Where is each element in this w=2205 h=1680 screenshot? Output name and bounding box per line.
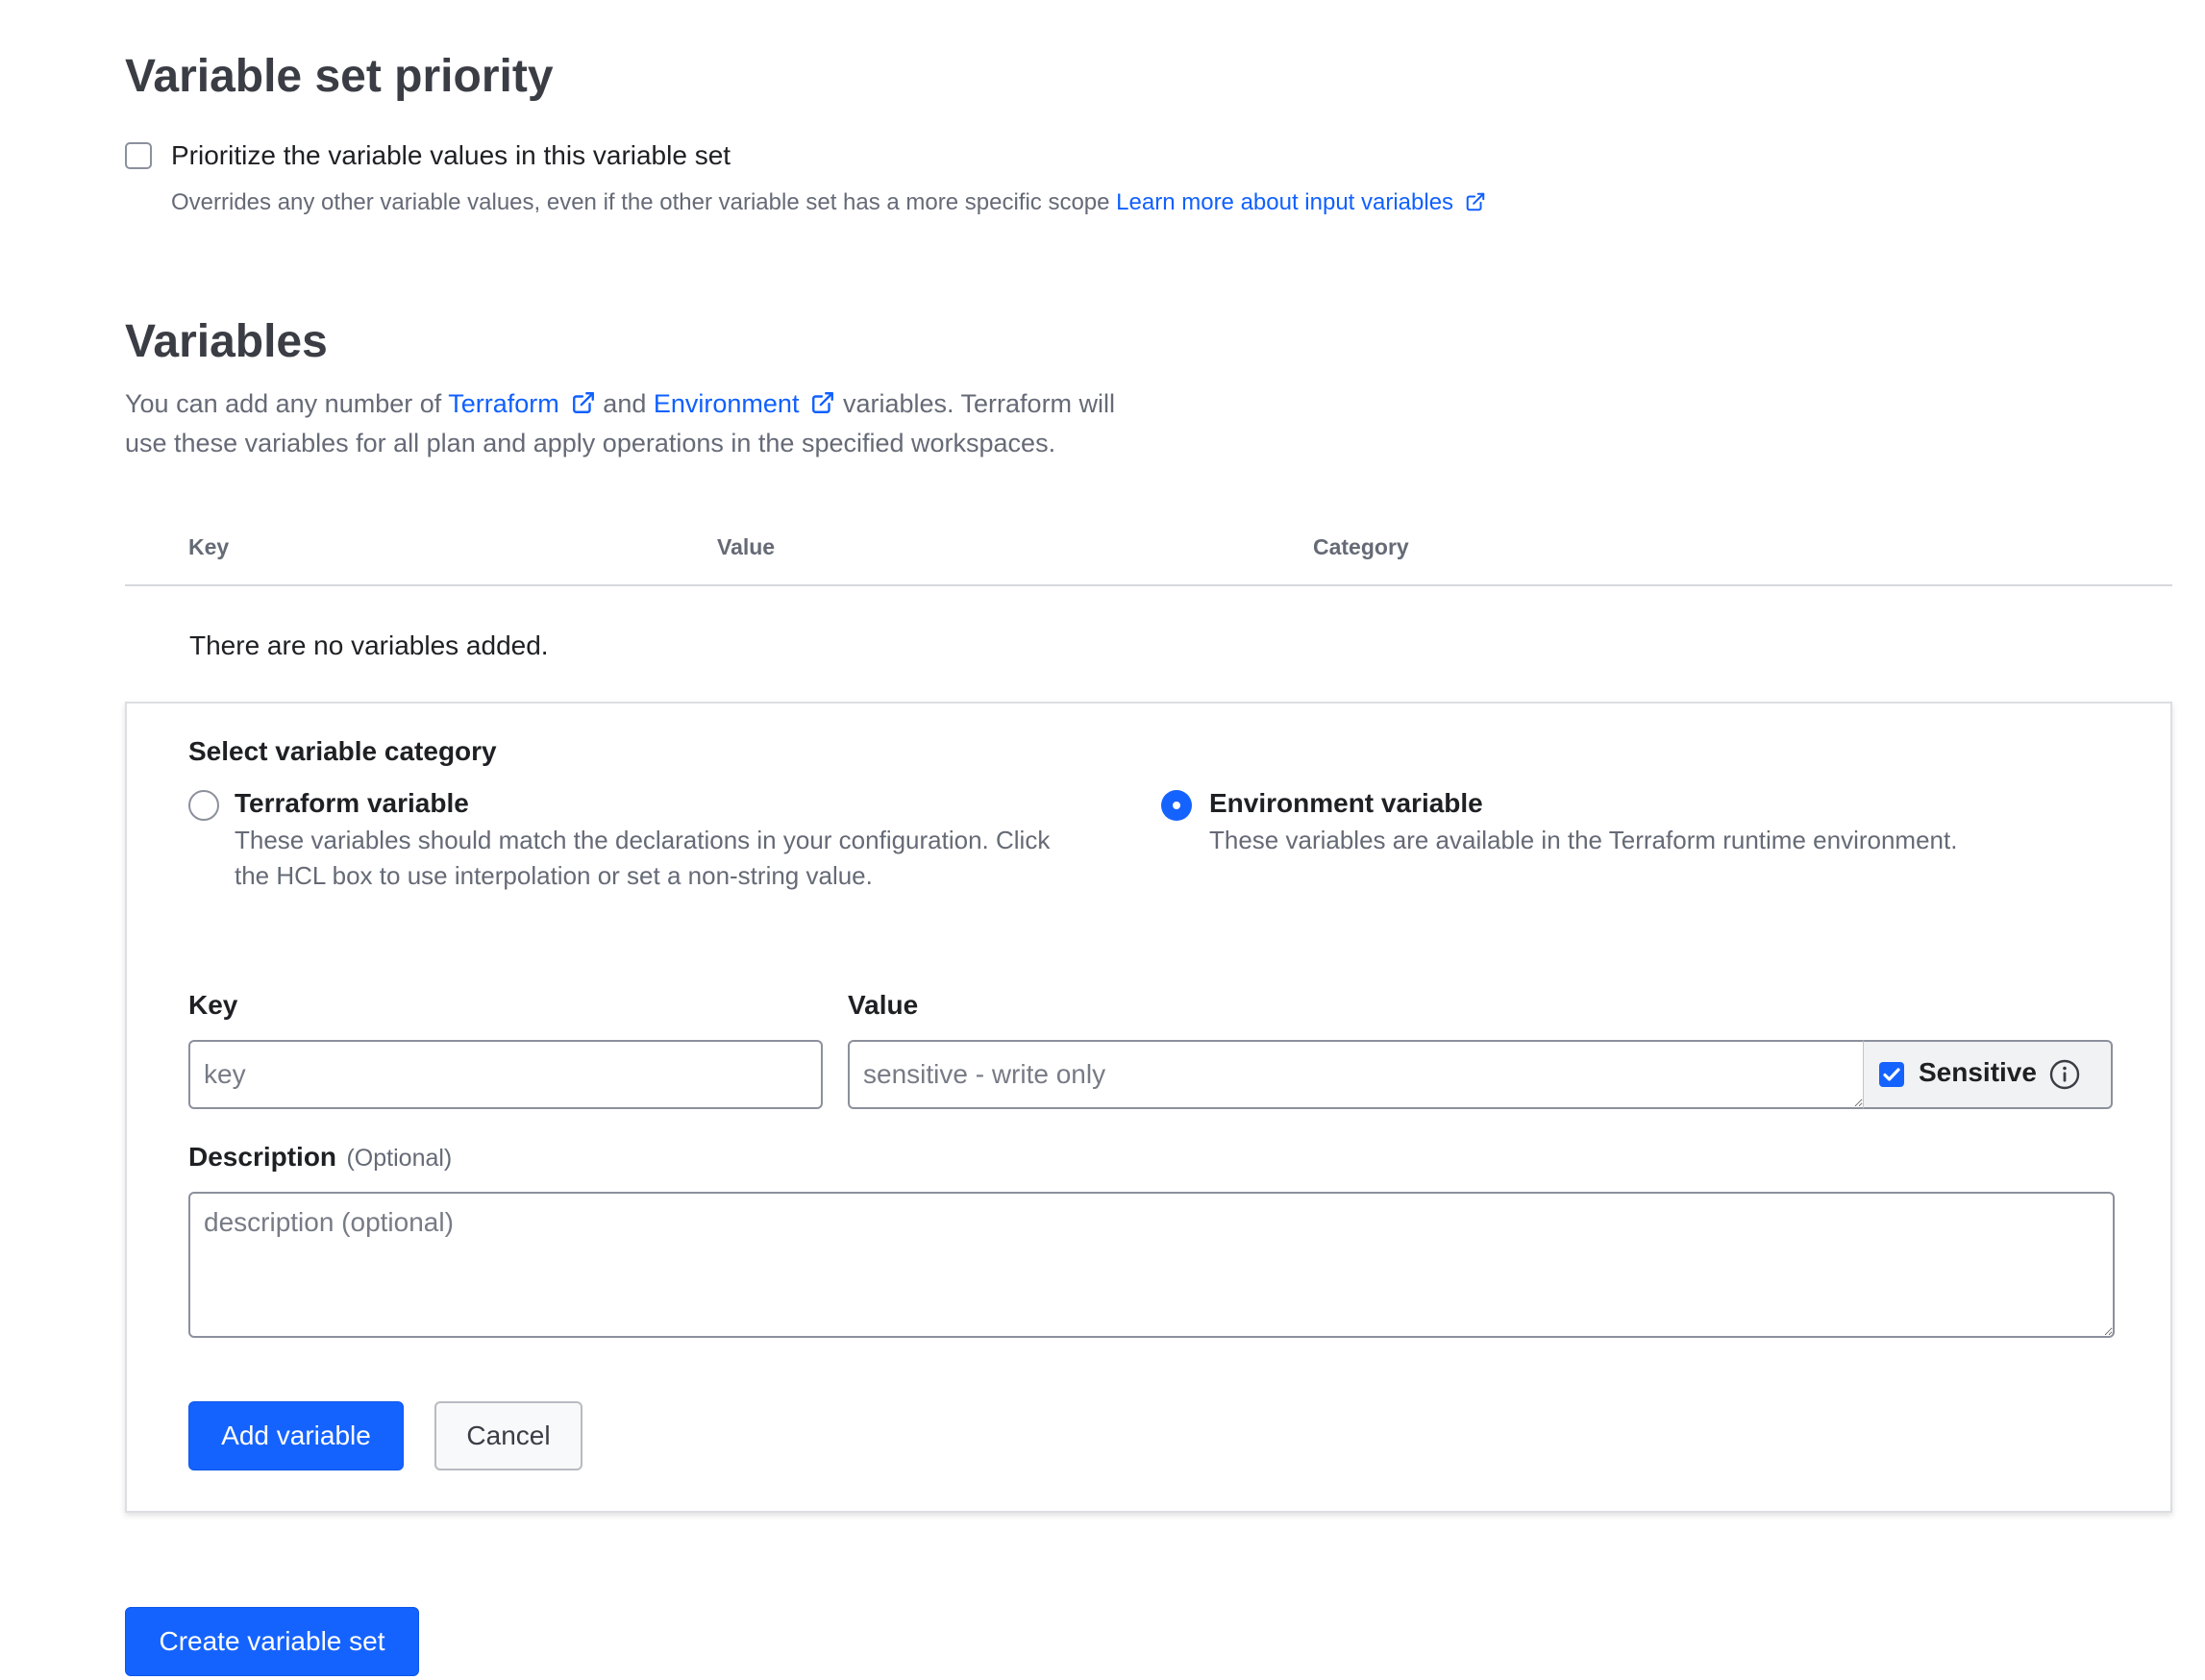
description-optional-hint: (Optional) — [346, 1145, 453, 1172]
environment-variable-radio[interactable] — [1161, 790, 1192, 821]
prioritize-checkbox[interactable] — [125, 142, 152, 169]
intro-text-1: You can add any number of — [125, 389, 442, 418]
priority-section-title: Variable set priority — [125, 51, 554, 102]
environment-variable-label[interactable]: Environment variable — [1209, 788, 1483, 819]
create-variable-set-button[interactable]: Create variable set — [125, 1607, 419, 1676]
description-input[interactable] — [188, 1192, 2115, 1338]
intro-text-and: and — [603, 389, 647, 418]
prioritize-help-text: Overrides any other variable values, eve… — [171, 189, 1110, 215]
table-header-key: Key — [188, 534, 230, 559]
learn-more-input-variables-link[interactable]: Learn more about input variables — [1116, 189, 1486, 215]
value-label: Value — [848, 990, 919, 1020]
terraform-variable-radio[interactable] — [188, 790, 219, 821]
key-label: Key — [188, 990, 238, 1020]
description-label: Description — [188, 1142, 337, 1172]
table-header-value: Value — [717, 534, 776, 559]
table-divider — [125, 584, 2172, 586]
intro-text-2: variables. Terraform will — [842, 389, 1116, 418]
external-link-icon — [1466, 192, 1485, 211]
environment-docs-link[interactable]: Environment — [654, 389, 836, 418]
terraform-docs-link[interactable]: Terraform — [448, 389, 596, 418]
table-header-category: Category — [1313, 534, 1409, 559]
key-input[interactable] — [188, 1040, 823, 1109]
prioritize-checkbox-label[interactable]: Prioritize the variable values in this v… — [171, 140, 731, 171]
terraform-help-line-1: These variables should match the declara… — [235, 826, 1051, 854]
sensitive-checkbox[interactable] — [1879, 1062, 1904, 1087]
variables-section-title: Variables — [125, 316, 328, 367]
empty-table-message: There are no variables added. — [189, 630, 549, 660]
checkmark-icon — [1883, 1068, 1900, 1081]
terraform-help-line-2: the HCL box to use interpolation or set … — [235, 861, 873, 890]
environment-variable-help: These variables are available in the Ter… — [1209, 826, 1958, 854]
intro-text-3: use these variables for all plan and app… — [125, 429, 1056, 457]
terraform-variable-help: These variables should match the declara… — [235, 823, 1050, 894]
description-label-row: Description (Optional) — [188, 1142, 452, 1173]
external-link-icon — [812, 392, 834, 413]
terraform-variable-label[interactable]: Terraform variable — [235, 788, 469, 819]
info-icon[interactable] — [2048, 1058, 2081, 1091]
prioritize-help: Overrides any other variable values, eve… — [171, 188, 1486, 217]
category-select-title: Select variable category — [188, 736, 497, 766]
value-input[interactable] — [848, 1040, 1865, 1109]
cancel-button[interactable]: Cancel — [434, 1401, 582, 1470]
add-variable-button[interactable]: Add variable — [188, 1401, 404, 1470]
sensitive-label[interactable]: Sensitive — [1919, 1057, 2037, 1088]
variables-intro: You can add any number of Terraform and … — [125, 384, 1115, 463]
external-link-icon — [572, 392, 594, 413]
